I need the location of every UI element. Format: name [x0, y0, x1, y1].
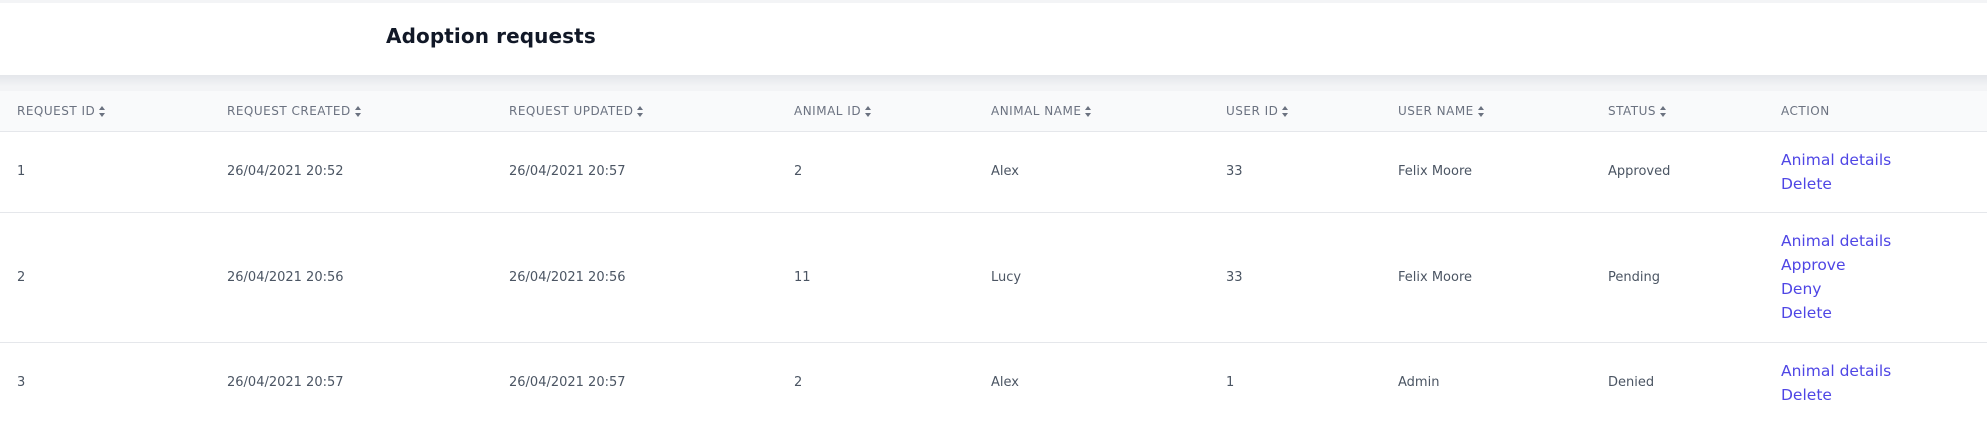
column-header-label: REQUEST CREATED — [227, 103, 351, 118]
cell-status: Denied — [1608, 375, 1655, 390]
cell-actions: Animal details Delete — [1764, 342, 1987, 421]
cell-user-id: 1 — [1226, 375, 1235, 390]
cell-animal-name: Alex — [991, 375, 1019, 390]
column-header-label: ACTION — [1781, 103, 1830, 118]
cell-animal-id: 2 — [794, 164, 803, 179]
column-header-status[interactable]: STATUS — [1591, 91, 1764, 131]
cell-request-created: 26/04/2021 20:56 — [227, 269, 344, 285]
table-row: 2 26/04/2021 20:56 26/04/2021 20:56 11 L… — [0, 212, 1987, 342]
sort-icon[interactable] — [1477, 105, 1485, 117]
sort-icon[interactable] — [637, 105, 644, 117]
animal-details-link[interactable]: Animal details — [1781, 148, 1987, 172]
column-header-request-updated[interactable]: REQUEST UPDATED — [492, 91, 777, 131]
column-header-user-name[interactable]: USER NAME — [1381, 91, 1591, 131]
cell-actions: Animal details Approve Deny Delete — [1764, 212, 1987, 342]
sort-icon[interactable] — [1282, 105, 1289, 117]
cell-animal-name: Alex — [991, 164, 1019, 179]
column-header-label: USER NAME — [1398, 103, 1474, 118]
delete-link[interactable]: Delete — [1781, 172, 1987, 196]
cell-request-updated: 26/04/2021 20:56 — [509, 269, 626, 285]
column-header-label: STATUS — [1608, 103, 1657, 118]
cell-request-id: 3 — [17, 375, 26, 390]
page-title: Adoption requests — [386, 24, 596, 48]
column-header-request-created[interactable]: REQUEST CREATED — [210, 91, 492, 131]
deny-link[interactable]: Deny — [1781, 277, 1987, 301]
approve-link[interactable]: Approve — [1781, 253, 1987, 277]
cell-animal-id: 11 — [794, 269, 811, 285]
column-header-label: REQUEST UPDATED — [509, 103, 634, 118]
cell-user-name: Felix Moore — [1398, 269, 1472, 285]
animal-details-link[interactable]: Animal details — [1781, 359, 1987, 383]
cell-request-id: 1 — [17, 164, 26, 179]
adoption-requests-table: REQUEST ID REQUEST CREATED REQUEST UPDAT… — [0, 91, 1987, 421]
column-header-action: ACTION — [1764, 91, 1987, 131]
sort-icon[interactable] — [1085, 105, 1092, 117]
animal-details-link[interactable]: Animal details — [1781, 229, 1987, 253]
cell-user-id: 33 — [1226, 164, 1243, 179]
column-header-request-id[interactable]: REQUEST ID — [0, 91, 210, 131]
column-header-animal-name[interactable]: ANIMAL NAME — [974, 91, 1209, 131]
cell-request-created: 26/04/2021 20:57 — [227, 375, 344, 390]
column-header-label: ANIMAL NAME — [991, 103, 1082, 118]
sort-icon[interactable] — [99, 105, 106, 117]
cell-status: Approved — [1608, 164, 1671, 179]
cell-animal-id: 2 — [794, 375, 803, 390]
header-divider — [0, 76, 1987, 91]
sort-icon[interactable] — [865, 105, 872, 117]
sort-icon[interactable] — [1660, 105, 1667, 117]
delete-link[interactable]: Delete — [1781, 301, 1987, 325]
cell-actions: Animal details Delete — [1764, 131, 1987, 212]
cell-user-name: Admin — [1398, 375, 1440, 390]
cell-request-updated: 26/04/2021 20:57 — [509, 164, 626, 179]
delete-link[interactable]: Delete — [1781, 383, 1987, 407]
column-header-user-id[interactable]: USER ID — [1209, 91, 1381, 131]
table-row: 3 26/04/2021 20:57 26/04/2021 20:57 2 Al… — [0, 342, 1987, 421]
sort-icon[interactable] — [354, 105, 362, 117]
cell-animal-name: Lucy — [991, 269, 1022, 285]
cell-request-updated: 26/04/2021 20:57 — [509, 375, 626, 390]
cell-user-id: 33 — [1226, 269, 1243, 285]
column-header-label: USER ID — [1226, 103, 1279, 118]
column-header-animal-id[interactable]: ANIMAL ID — [777, 91, 974, 131]
table-header-row: REQUEST ID REQUEST CREATED REQUEST UPDAT… — [0, 91, 1987, 131]
cell-request-id: 2 — [17, 269, 26, 285]
column-header-label: ANIMAL ID — [794, 103, 862, 118]
column-header-label: REQUEST ID — [17, 103, 96, 118]
table-row: 1 26/04/2021 20:52 26/04/2021 20:57 2 Al… — [0, 131, 1987, 212]
cell-request-created: 26/04/2021 20:52 — [227, 164, 344, 179]
page-header: Adoption requests — [0, 0, 1987, 76]
cell-user-name: Felix Moore — [1398, 164, 1472, 179]
adoption-requests-page: Adoption requests REQUEST ID REQUEST CRE… — [0, 0, 1987, 421]
cell-status: Pending — [1608, 269, 1660, 285]
